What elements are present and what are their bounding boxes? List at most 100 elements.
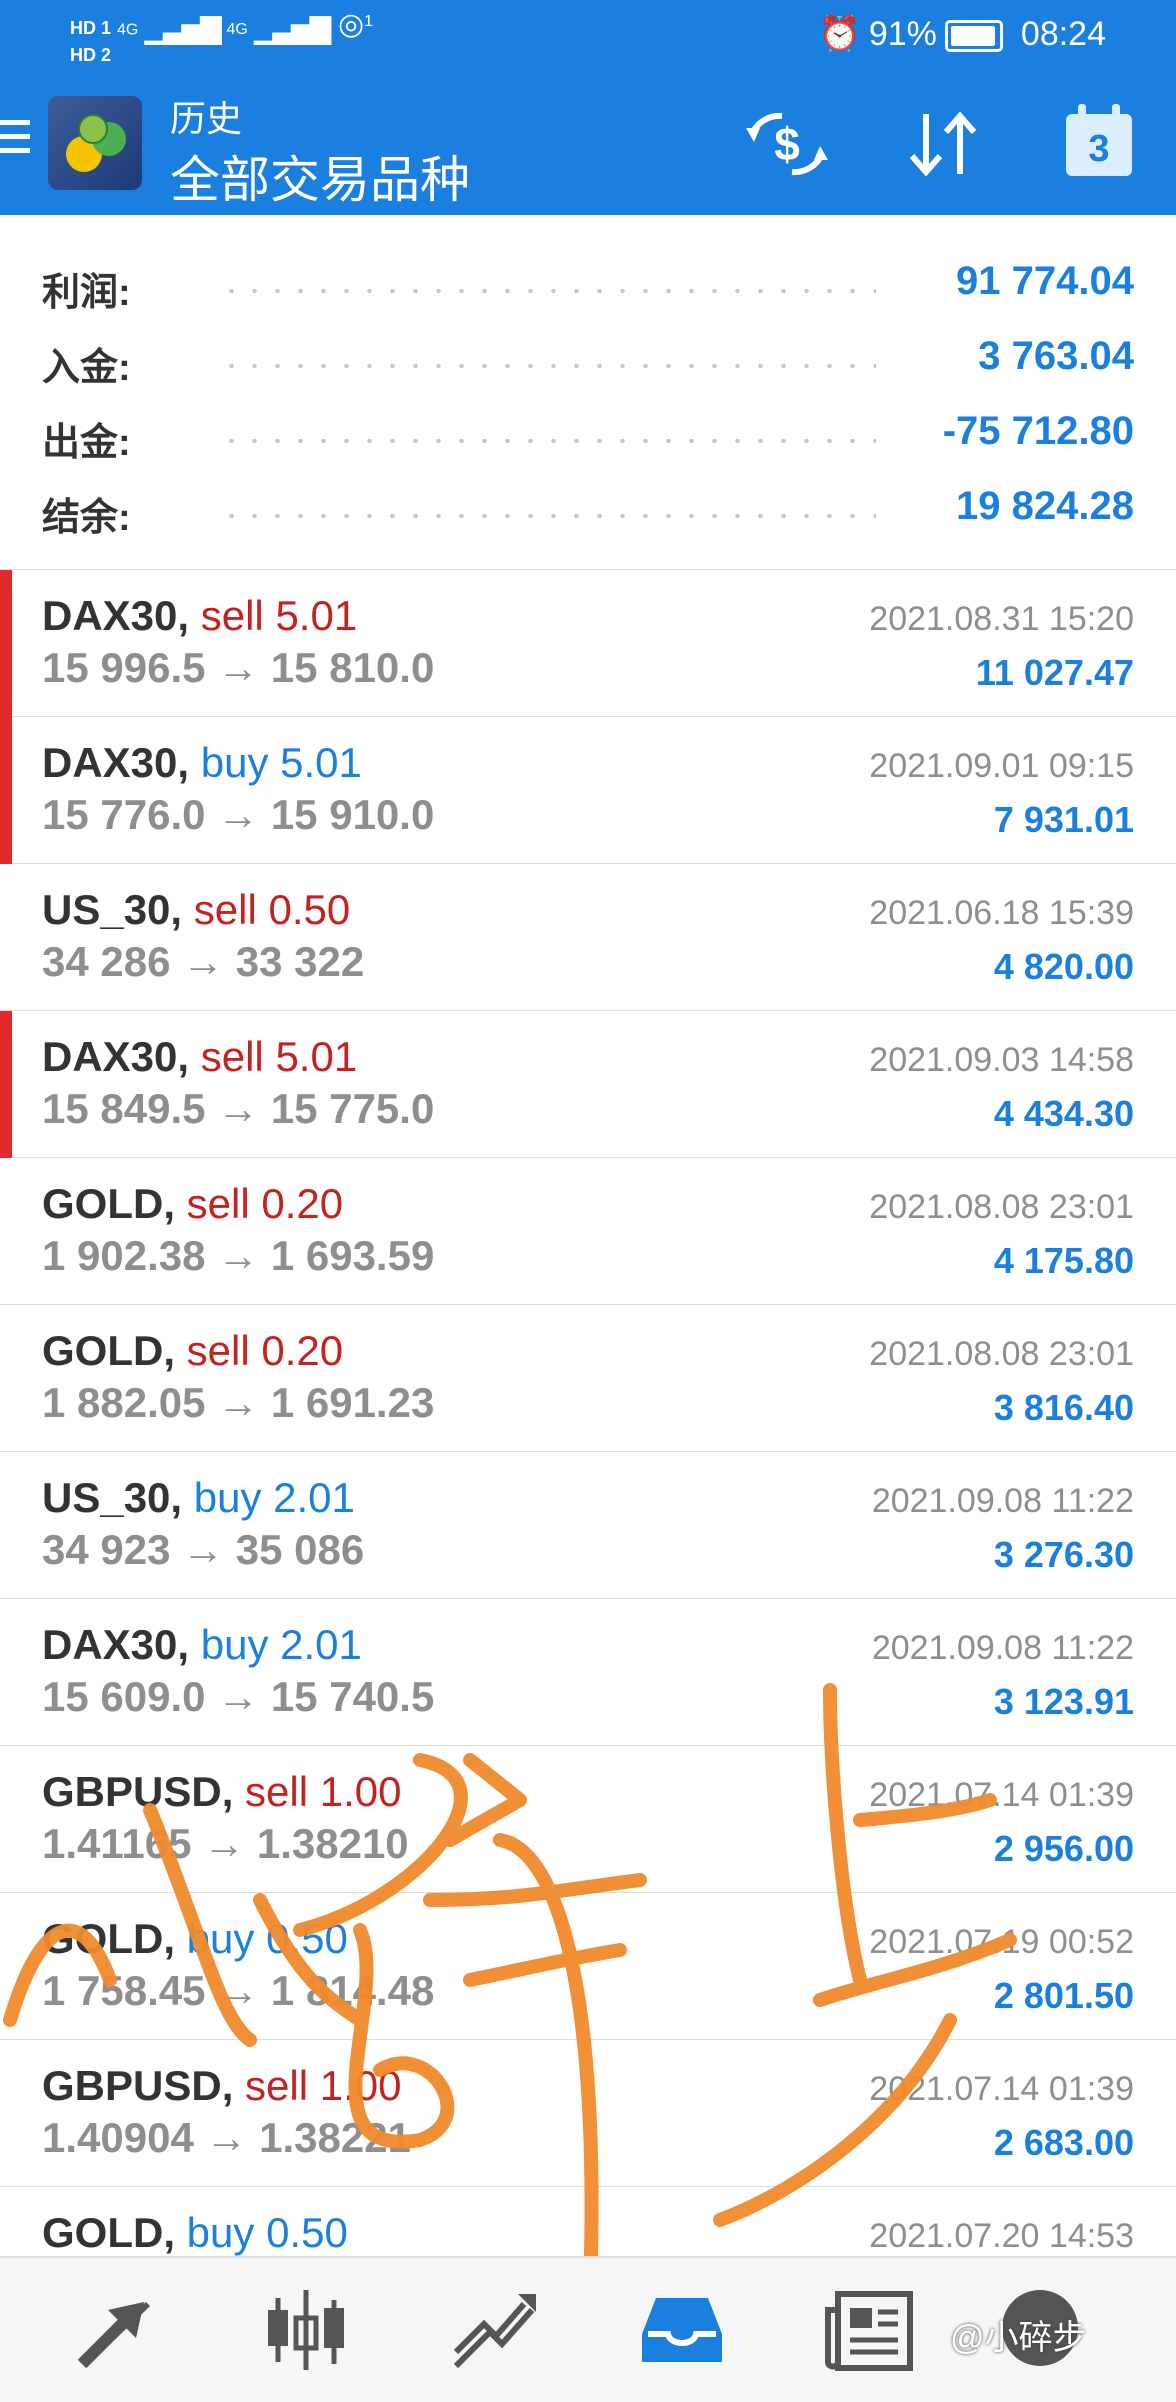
deal-volume: 1.00: [319, 2062, 402, 2109]
deal-header: GOLD, buy 0.50: [42, 1915, 348, 1963]
page-title[interactable]: 全部交易品种: [170, 140, 470, 212]
deal-symbol: US_30,: [42, 886, 183, 933]
nav-quotes[interactable]: [68, 2280, 168, 2380]
nav-chart[interactable]: [256, 2280, 356, 2380]
deal-side: buy: [193, 1474, 262, 1521]
deal-profit: 4 434.30: [993, 1093, 1134, 1134]
summary-row-withdrawal: 出金: -75 712.80: [0, 393, 1176, 468]
deal-symbol: DAX30,: [42, 592, 190, 639]
candlestick-chart-icon: [268, 2290, 344, 2370]
signal-icon-2: ▁▃▅▇: [253, 12, 331, 44]
summary-value: -75 712.80: [942, 409, 1134, 453]
deal-side: sell: [193, 886, 257, 933]
deal-prices: 1 902.38 → 1 693.59: [42, 1232, 435, 1279]
deal-header: GOLD, sell 0.20: [42, 1180, 343, 1228]
network-type-2: 4G: [226, 21, 248, 39]
page-subtitle: 历史: [170, 98, 243, 139]
deal-row[interactable]: US_30, buy 2.01 34 923 → 35 086 2021.09.08…: [0, 1452, 1176, 1600]
deal-time: 2021.09.08 11:22: [871, 1482, 1134, 1520]
leader-dots: [220, 439, 876, 443]
deal-row[interactable]: GOLD, sell 0.20 1 902.38 → 1 693.59 2021.0…: [0, 1158, 1176, 1306]
hotspot-icon: ◎: [337, 8, 365, 42]
deal-header: US_30, buy 2.01: [42, 1474, 355, 1522]
deal-time: 2021.07.20 14:53: [869, 2217, 1134, 2255]
deal-prices: 1.40904 → 1.38221: [42, 2114, 411, 2161]
deal-header: GBPUSD, sell 1.00: [42, 1768, 401, 1816]
deal-row[interactable]: DAX30, sell 5.01 15 849.5 → 15 775.0 2021.…: [0, 1011, 1176, 1159]
nav-trade[interactable]: [444, 2280, 544, 2380]
svg-text:$: $: [774, 118, 800, 170]
deal-volume: 5.01: [275, 592, 358, 639]
deal-prices: 15 776.0 → 15 910.0: [42, 791, 435, 838]
deal-profit: 2 683.00: [993, 2122, 1134, 2163]
hotspot-count: 1: [364, 13, 374, 30]
battery-icon: [944, 20, 1003, 53]
deal-side: buy: [186, 1915, 255, 1962]
deposit-withdrawal-button[interactable]: $: [742, 104, 832, 184]
status-bar: HD 1 4G ▁▃▅▇ 4G ▁▃▅▇ ◎1 HD 2 ⏰ 91% 08:24: [0, 0, 1176, 72]
deal-profit: 2 801.50: [993, 1975, 1134, 2016]
deal-side: sell: [245, 2062, 309, 2109]
deal-prices: 15 609.0 → 15 740.5: [42, 1673, 435, 1720]
leader-dots: [220, 289, 876, 293]
deal-volume: 0.20: [261, 1180, 344, 1227]
sort-arrows-icon: [909, 111, 977, 177]
quotes-arrows-icon: [77, 2301, 151, 2369]
status-right: ⏰ 91% 08:24: [811, 14, 1107, 54]
deal-row[interactable]: DAX30, buy 2.01 15 609.0 → 15 740.5 2021.0…: [0, 1599, 1176, 1747]
network-type-1: 4G: [117, 21, 139, 39]
deal-side: sell: [186, 1327, 250, 1374]
deal-symbol: GBPUSD,: [42, 1768, 234, 1815]
deal-row[interactable]: GOLD, sell 0.20 1 882.05 → 1 691.23 2021.0…: [0, 1305, 1176, 1453]
deal-header: DAX30, sell 5.01: [42, 592, 357, 640]
deal-profit: 11 027.47: [975, 652, 1134, 693]
deal-row[interactable]: GOLD, buy 0.50 1 758.45 → 1 814.48 2021.07…: [0, 1893, 1176, 2041]
news-icon: [825, 2291, 913, 2371]
history-inbox-icon: [642, 2298, 722, 2362]
summary-label: 入金:: [42, 347, 131, 389]
deal-symbol: GOLD,: [42, 1327, 175, 1374]
deal-time: 2021.07.14 01:39: [869, 1776, 1134, 1814]
deal-row[interactable]: GBPUSD, sell 1.00 1.40904 → 1.38221 2021.0…: [0, 2040, 1176, 2188]
deal-symbol: GBPUSD,: [42, 2062, 234, 2109]
app-bar: HD 1 4G ▁▃▅▇ 4G ▁▃▅▇ ◎1 HD 2 ⏰ 91% 08:24 历史 全部交…: [0, 0, 1176, 215]
deal-header: DAX30, buy 2.01: [42, 1621, 362, 1669]
deal-symbol: DAX30,: [42, 1033, 190, 1080]
summary-row-profit: 利润: 91 774.04: [0, 243, 1176, 318]
deal-row[interactable]: GBPUSD, sell 1.00 1.41165 → 1.38210 2021.0…: [0, 1746, 1176, 1894]
deal-side: buy: [200, 739, 269, 786]
summary-row-balance: 结余: 19 824.28: [0, 468, 1176, 543]
clock: 08:24: [1020, 15, 1106, 53]
deal-time: 2021.08.08 23:01: [869, 1188, 1134, 1226]
summary-label: 结余:: [42, 497, 131, 539]
deal-row[interactable]: DAX30, sell 5.01 15 996.5 → 15 810.0 2021.…: [0, 570, 1176, 718]
deal-time: 2021.07.14 01:39: [869, 2070, 1134, 2108]
deal-marker: [0, 1011, 12, 1158]
nav-news[interactable]: [820, 2280, 920, 2380]
watermark-handle: @小碎步: [950, 2319, 1087, 2357]
deal-volume: 5.01: [275, 1033, 358, 1080]
menu-icon[interactable]: [0, 120, 30, 160]
sort-button[interactable]: [898, 104, 988, 184]
deal-volume: 0.50: [268, 886, 351, 933]
deal-volume: 0.50: [266, 1915, 348, 1962]
calendar-button[interactable]: 3: [1054, 104, 1144, 184]
deal-prices: 34 286 → 33 322: [42, 938, 365, 985]
deal-symbol: DAX30,: [42, 739, 190, 786]
summary-value: 91 774.04: [956, 259, 1134, 303]
hd2-indicator: HD 2: [70, 45, 112, 66]
deal-side: sell: [200, 1033, 264, 1080]
deal-time: 2021.09.03 14:58: [869, 1041, 1134, 1079]
app-logo: [48, 96, 142, 190]
hd1-indicator: HD 1: [70, 18, 112, 39]
deal-row[interactable]: DAX30, buy 5.01 15 776.0 → 15 910.0 2021.0…: [0, 717, 1176, 865]
summary-panel: 利润: 91 774.04 入金: 3 763.04 出金: -75 712.8…: [0, 215, 1176, 571]
nav-history[interactable]: [632, 2280, 732, 2380]
deal-row[interactable]: US_30, sell 0.50 34 286 → 33 322 2021.06.1…: [0, 864, 1176, 1012]
deal-volume: 5.01: [280, 739, 362, 786]
signal-icon: ▁▃▅▇: [144, 12, 221, 44]
trade-line-icon: [453, 2294, 536, 2369]
deal-prices: 15 996.5 → 15 810.0: [42, 644, 435, 691]
deal-profit: 4 820.00: [993, 946, 1134, 987]
deal-prices: 15 849.5 → 15 775.0: [42, 1085, 435, 1132]
